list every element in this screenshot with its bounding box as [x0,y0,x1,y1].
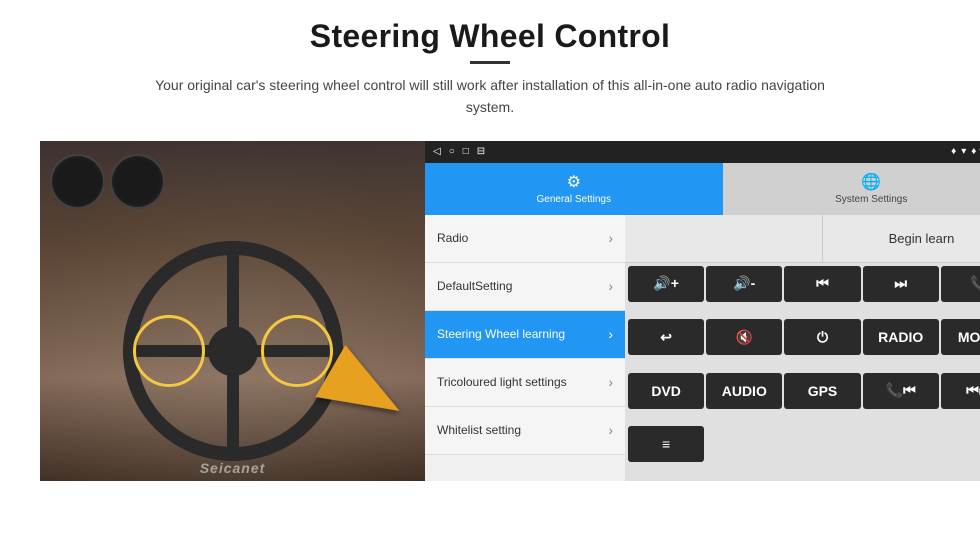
home-icon: ○ [449,146,455,157]
watermark: Seicanet [200,460,266,476]
list-button[interactable]: ≡ [628,426,704,462]
title-section: Steering Wheel Control Your original car… [130,18,850,133]
page-container: Steering Wheel Control Your original car… [0,0,980,546]
general-settings-icon: ⚙ [567,172,581,192]
right-panel: Begin learn 🔊+ 🔊- ⏮ [625,215,980,481]
menu-arrow-radio: › [608,230,613,246]
right-top-row: Begin learn [625,215,980,263]
page-title: Steering Wheel Control [130,18,850,55]
call-icon: 📞 [970,275,980,292]
hook-button[interactable]: ↩ [628,319,704,355]
gauge-area [50,149,170,219]
subtitle: Your original car's steering wheel contr… [130,74,850,119]
signal-icon: ♦ [951,146,956,157]
begin-learn-button[interactable]: Begin learn [823,215,980,262]
android-ui: ◁ ○ □ ⊟ ♦ ▾ ♦ ▾ 13:13 ⚙ General Settings [425,141,980,481]
main-content: Radio › DefaultSetting › Steering Wheel … [425,215,980,481]
power-button[interactable]: ⏻ [784,319,860,355]
title-divider [470,61,510,64]
steering-wheel [123,241,343,461]
menu-item-whitelist[interactable]: Whitelist setting › [425,407,625,455]
menu-item-default[interactable]: DefaultSetting › [425,263,625,311]
mute-icon: 🔇 [736,329,753,346]
back-icon: ◁ [433,146,441,157]
call-prev-button[interactable]: 📞⏮ [863,373,939,409]
dvd-button[interactable]: DVD [628,373,704,409]
menu-item-tricoloured[interactable]: Tricoloured light settings › [425,359,625,407]
next-icon: ⏭ [894,275,907,292]
vol-down-button[interactable]: 🔊- [706,266,782,302]
system-settings-icon: 🌐 [861,172,881,192]
menu-whitelist-label: Whitelist setting [437,423,521,437]
tab-system-settings[interactable]: 🌐 System Settings [723,163,980,215]
prev-icon: ⏮ [816,275,829,292]
skip-icon: ⏮⏭ [966,382,980,399]
empty-display-box [625,215,823,262]
audio-button[interactable]: AUDIO [706,373,782,409]
wifi-icon: ▾ [961,146,966,157]
status-bar: ◁ ○ □ ⊟ ♦ ▾ ♦ ▾ 13:13 [425,141,980,163]
gauge-1 [50,154,105,209]
status-right: ♦ ▾ ♦ ▾ 13:13 [951,146,980,157]
general-settings-label: General Settings [537,194,612,205]
hook-icon: ↩ [660,329,672,346]
skip-button[interactable]: ⏮⏭ [941,373,980,409]
menu-icon: ⊟ [477,146,485,157]
vol-down-icon: 🔊- [733,275,755,292]
menu-default-label: DefaultSetting [437,279,512,293]
mode-button[interactable]: MODE [941,319,980,355]
menu-item-steering[interactable]: Steering Wheel learning › [425,311,625,359]
next-button[interactable]: ⏭ [863,266,939,302]
menu-radio-label: Radio [437,231,468,245]
arrow-overlay [325,361,405,421]
dvd-label: DVD [651,383,681,399]
recents-icon: □ [463,146,469,157]
content-area: Seicanet ◁ ○ □ ⊟ ♦ ▾ ♦ ▾ 13:13 [40,141,940,481]
tab-general-settings[interactable]: ⚙ General Settings [425,163,723,215]
gps-label: GPS [808,383,838,399]
gauge-2 [110,154,165,209]
mute-button[interactable]: 🔇 [706,319,782,355]
sw-circle-right [261,315,333,387]
menu-tricoloured-label: Tricoloured light settings [437,375,567,389]
radio-label: RADIO [878,329,923,345]
menu-steering-label: Steering Wheel learning [437,327,565,341]
menu-item-radio[interactable]: Radio › [425,215,625,263]
radio-button[interactable]: RADIO [863,319,939,355]
call-button[interactable]: 📞 [941,266,980,302]
left-menu: Radio › DefaultSetting › Steering Wheel … [425,215,625,481]
sw-center [208,326,258,376]
list-icon: ≡ [662,436,670,452]
sw-circle-left [133,315,205,387]
tab-bar: ⚙ General Settings 🌐 System Settings [425,163,980,215]
menu-arrow-default: › [608,278,613,294]
status-left: ◁ ○ □ ⊟ [433,146,485,157]
car-image: Seicanet [40,141,425,481]
vol-up-button[interactable]: 🔊+ [628,266,704,302]
menu-arrow-steering: › [608,326,613,342]
clock: ♦ ▾ 13:13 [971,146,980,157]
audio-label: AUDIO [722,383,767,399]
power-icon: ⏻ [817,329,828,346]
prev-button[interactable]: ⏮ [784,266,860,302]
gps-button[interactable]: GPS [784,373,860,409]
system-settings-label: System Settings [835,194,907,205]
vol-up-icon: 🔊+ [653,275,679,292]
call-prev-icon: 📞⏮ [886,382,916,399]
menu-arrow-tricoloured: › [608,374,613,390]
button-grid: 🔊+ 🔊- ⏮ ⏭ 📞 [625,263,980,481]
mode-label: MODE [958,329,980,345]
menu-arrow-whitelist: › [608,422,613,438]
